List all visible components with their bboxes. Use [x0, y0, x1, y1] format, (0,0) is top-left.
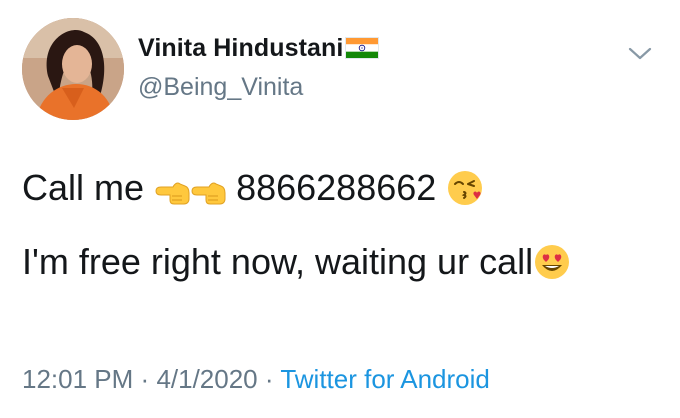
- display-name-text[interactable]: Vinita Hindustani: [138, 34, 343, 62]
- backhand-index-pointing-left-icon: [190, 173, 226, 217]
- smiling-face-with-heart-eyes-icon: [533, 243, 571, 291]
- phone-number: 8866288662: [236, 167, 437, 208]
- display-name[interactable]: Vinita Hindustani: [138, 33, 380, 66]
- tweet-text-line-1: Call me 8866288662: [22, 166, 484, 217]
- avatar[interactable]: [22, 18, 124, 120]
- meta-separator: ·: [140, 364, 150, 394]
- tweet-time[interactable]: 12:01 PM: [22, 364, 133, 394]
- backhand-index-pointing-left-icon: [154, 173, 190, 217]
- meta-separator: ·: [264, 364, 274, 394]
- tweet-text-body: I'm free right now, waiting ur call: [22, 241, 534, 282]
- tweet-date[interactable]: 4/1/2020: [156, 364, 257, 394]
- tweet-text-prefix: Call me: [22, 167, 145, 208]
- tweet-source-link[interactable]: Twitter for Android: [280, 364, 490, 394]
- face-blowing-a-kiss-icon: [446, 169, 484, 217]
- tweet-metadata: 12:01 PM · 4/1/2020 · Twitter for Androi…: [22, 362, 490, 396]
- india-flag-icon: [345, 36, 380, 66]
- chevron-down-icon[interactable]: [626, 44, 654, 64]
- user-handle[interactable]: @Being_Vinita: [138, 72, 303, 102]
- tweet-text-line-2: I'm free right now, waiting ur call: [22, 240, 571, 291]
